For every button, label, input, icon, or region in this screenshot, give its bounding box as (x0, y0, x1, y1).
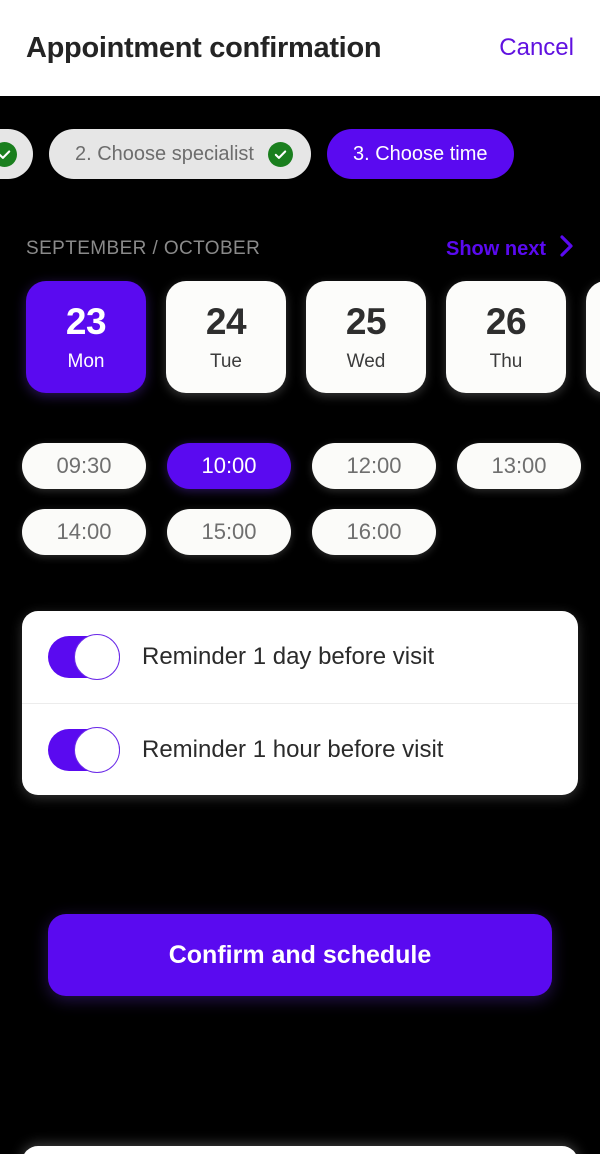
date-dow: Wed (346, 351, 386, 372)
page-title: Appointment confirmation (26, 31, 382, 64)
step-chip-2[interactable]: 2. Choose specialist (49, 129, 311, 179)
reminder-day-label: Reminder 1 day before visit (142, 643, 435, 670)
step-chip-2-label: 2. Choose specialist (75, 143, 254, 165)
date-selector: 23 Mon 24 Tue 25 Wed 26 Thu 27 Fri (26, 281, 600, 395)
time-slot[interactable]: 12:00 (312, 443, 436, 489)
toggle-knob (74, 726, 120, 773)
confirm-and-schedule-button[interactable]: Confirm and schedule (48, 914, 552, 996)
cancel-button[interactable]: Cancel (499, 36, 574, 60)
date-card[interactable]: 24 Tue (166, 281, 286, 393)
appointment-confirmation-screen: Appointment confirmation Cancel 2. Choos… (0, 0, 600, 1154)
reminder-row-hour[interactable]: Reminder 1 hour before visit (22, 703, 578, 795)
show-next-button[interactable]: Show next (446, 235, 574, 263)
date-day: 23 (65, 301, 107, 342)
step-indicator: 2. Choose specialist 3. Choose time (0, 129, 600, 179)
time-slot[interactable]: 13:00 (457, 443, 581, 489)
date-card[interactable]: 23 Mon (26, 281, 146, 393)
time-slot[interactable]: 16:00 (312, 509, 436, 555)
month-label: SEPTEMBER / OCTOBER (26, 238, 261, 259)
time-slot[interactable]: 15:00 (167, 509, 291, 555)
reminder-hour-label: Reminder 1 hour before visit (142, 735, 444, 763)
time-slot[interactable]: 14:00 (22, 509, 146, 555)
calendar-header: SEPTEMBER / OCTOBER Show next (0, 234, 600, 264)
step-chip-1[interactable] (0, 129, 33, 179)
date-day: 26 (485, 301, 527, 342)
date-card[interactable]: 26 Thu (446, 281, 566, 393)
date-dow: Thu (489, 351, 523, 372)
date-card[interactable]: 27 Fri (586, 281, 600, 393)
next-section-card (22, 1146, 578, 1154)
time-slot[interactable]: 10:00 (167, 443, 291, 489)
reminder-row-day[interactable]: Reminder 1 day before visit (22, 611, 578, 703)
date-day: 24 (205, 301, 247, 342)
check-icon (267, 141, 293, 167)
reminder-hour-toggle[interactable] (48, 726, 120, 773)
time-slot-grid: 09:30 10:00 12:00 13:00 14:00 15:00 16:0… (22, 443, 582, 555)
show-next-label: Show next (445, 237, 546, 260)
date-dow: Tue (209, 351, 243, 372)
date-day: 25 (345, 301, 387, 342)
date-dow: Mon (67, 351, 105, 372)
chevron-right-icon (560, 235, 574, 263)
step-chip-3-label: 3. Choose time (352, 143, 488, 165)
toggle-knob (74, 634, 120, 680)
reminders-card: Reminder 1 day before visit Reminder 1 h… (22, 611, 578, 795)
time-slot[interactable]: 09:30 (22, 443, 146, 489)
step-chip-3[interactable]: 3. Choose time (326, 129, 514, 179)
reminder-day-toggle[interactable] (48, 634, 120, 680)
header-bar: Appointment confirmation Cancel (0, 0, 600, 96)
check-icon (0, 141, 17, 167)
date-card[interactable]: 25 Wed (306, 281, 426, 393)
